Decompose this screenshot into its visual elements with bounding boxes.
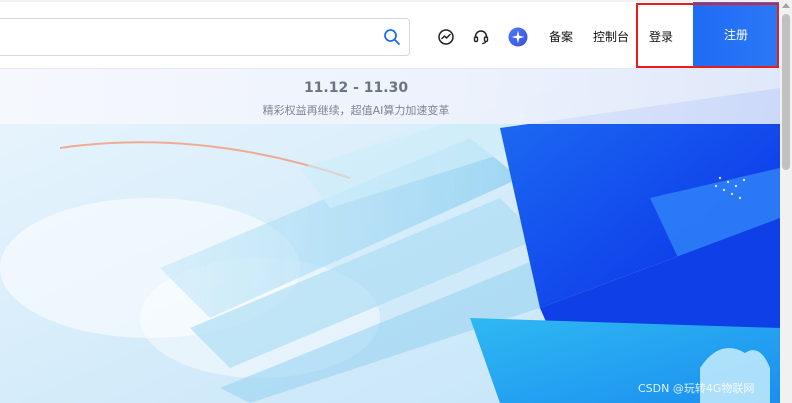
watermark: CSDN @玩转4G物联网 xyxy=(638,382,755,395)
promo-subtitle: 精彩权益再继续，超值AI算力加速变革 xyxy=(262,104,450,117)
promo-banner[interactable]: 11.12 - 11.30 精彩权益再继续，超值AI算力加速变革 CSDN @玩… xyxy=(0,68,780,403)
page: 备案 控制台 登录 注册 11.12 - 11.30 精彩权益再继续，超值AI算… xyxy=(0,0,792,403)
register-button[interactable]: 注册 xyxy=(693,2,779,68)
search-icon[interactable] xyxy=(383,28,401,46)
top-divider xyxy=(0,0,780,2)
promo-date-range: 11.12 - 11.30 xyxy=(303,80,409,96)
search-input[interactable] xyxy=(5,23,369,53)
scroll-up-arrow-icon[interactable] xyxy=(782,3,790,8)
scrollbar-thumb[interactable] xyxy=(782,14,790,170)
login-link[interactable]: 登录 xyxy=(649,29,673,45)
top-navigation-bar: 备案 控制台 登录 注册 xyxy=(0,0,780,69)
nav-link-beian[interactable]: 备案 xyxy=(549,29,573,45)
dashboard-icon[interactable] xyxy=(436,27,456,47)
headset-icon[interactable] xyxy=(471,27,491,47)
nav-link-console[interactable]: 控制台 xyxy=(593,29,629,45)
search-box[interactable] xyxy=(0,18,410,56)
ai-assistant-icon[interactable] xyxy=(508,27,528,47)
